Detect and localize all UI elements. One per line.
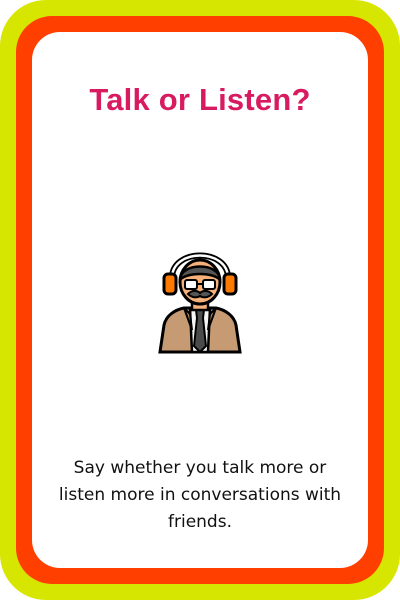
card-prompt-text: Say whether you talk more or listen more… — [58, 458, 342, 532]
card-title: Talk or Listen? — [89, 82, 311, 117]
man-with-headphones-icon — [150, 230, 250, 360]
